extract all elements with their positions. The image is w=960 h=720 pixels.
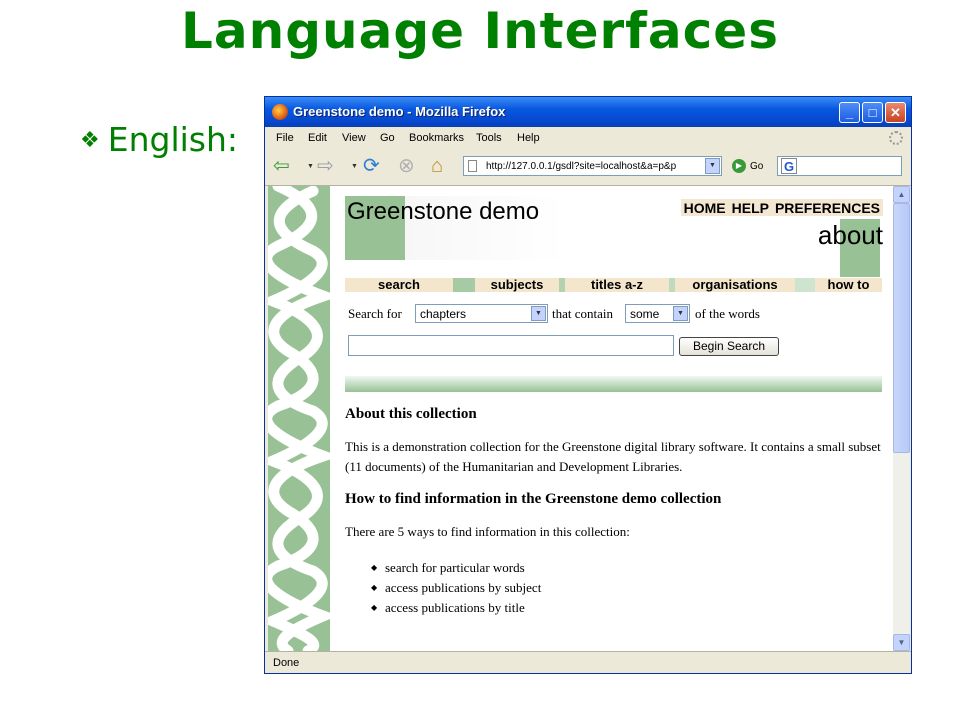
words-label: of the words	[695, 306, 760, 321]
search-for-label: Search for	[348, 306, 402, 321]
nav-help[interactable]: HELP	[729, 200, 772, 216]
back-dropdown-icon[interactable]: ▼	[307, 163, 314, 170]
scroll-down-button[interactable]: ▼	[893, 634, 910, 651]
firefox-icon	[272, 104, 288, 120]
menu-file[interactable]: File	[276, 132, 294, 144]
slide-title: Language Interfaces	[181, 2, 779, 60]
list-item: search for particular words	[345, 558, 885, 578]
decorative-sidebar	[268, 186, 330, 651]
menu-tools[interactable]: Tools	[476, 132, 502, 144]
status-text: Done	[273, 657, 300, 669]
go-button[interactable]: Go	[750, 161, 763, 172]
menu-edit[interactable]: Edit	[308, 132, 327, 144]
list-item: access publications by subject	[345, 578, 885, 598]
logo-text: Greenstone demo	[347, 198, 540, 225]
contain-label: that contain	[552, 306, 614, 321]
home-icon[interactable]: ⌂	[431, 156, 443, 176]
about-text: This is a demonstration collection for t…	[345, 439, 881, 474]
tab-subjects[interactable]: subjects	[475, 278, 559, 292]
maximize-button[interactable]: □	[862, 102, 883, 123]
page-content: Greenstone demo HOME HELP PREFERENCES ab…	[268, 186, 893, 651]
throbber-icon	[889, 131, 903, 145]
tab-titles[interactable]: titles a-z	[565, 278, 669, 292]
status-bar: Done	[265, 651, 911, 673]
scroll-up-button[interactable]: ▲	[893, 186, 910, 203]
bullet-item: ❖ English:	[80, 120, 238, 159]
navigation-toolbar: ⇦ ▼ ⇨ ▼ ⟳ ⊗ ⌂ http://127.0.0.1/gsdl?site…	[265, 149, 911, 186]
collection-logo[interactable]: Greenstone demo	[345, 196, 565, 260]
top-navigation: HOME HELP PREFERENCES	[680, 199, 883, 216]
match-mode-select[interactable]: some ▼	[625, 304, 690, 323]
collection-description: About this collection This is a demonstr…	[345, 406, 885, 618]
bullet-icon: ❖	[80, 126, 100, 152]
close-button[interactable]: ✕	[885, 102, 906, 123]
menu-view[interactable]: View	[342, 132, 366, 144]
howto-heading: How to find information in the Greenston…	[345, 491, 722, 507]
page-icon	[468, 160, 477, 172]
chain-pattern-image	[268, 186, 330, 651]
bullet-text: English:	[107, 120, 239, 159]
menu-bar: File Edit View Go Bookmarks Tools Help	[265, 127, 911, 149]
menu-bookmarks[interactable]: Bookmarks	[409, 132, 464, 144]
stop-icon[interactable]: ⊗	[398, 156, 415, 176]
forward-dropdown-icon[interactable]: ▼	[351, 163, 358, 170]
vertical-scrollbar[interactable]: ▲ ▼	[893, 186, 910, 651]
query-input[interactable]	[348, 335, 674, 356]
minimize-button[interactable]: _	[839, 102, 860, 123]
window-title: Greenstone demo - Mozilla Firefox	[293, 104, 506, 119]
howto-intro: There are 5 ways to find information in …	[345, 524, 630, 539]
google-icon[interactable]: G	[781, 158, 797, 174]
ways-list: search for particular words access publi…	[345, 558, 885, 618]
chevron-down-icon[interactable]: ▼	[673, 306, 688, 321]
url-bar[interactable]: http://127.0.0.1/gsdl?site=localhost&a=p…	[463, 156, 722, 176]
menu-help[interactable]: Help	[517, 132, 540, 144]
web-search-input[interactable]: G	[777, 156, 902, 176]
tab-how-to[interactable]: how to	[815, 278, 882, 292]
chevron-down-icon[interactable]: ▼	[531, 306, 546, 321]
nav-preferences[interactable]: PREFERENCES	[772, 200, 883, 216]
back-icon[interactable]: ⇦	[273, 156, 290, 176]
divider-bar	[345, 376, 882, 392]
browser-window: Greenstone demo - Mozilla Firefox _ □ ✕ …	[264, 96, 912, 674]
nav-home[interactable]: HOME	[681, 200, 729, 216]
match-mode-value: some	[630, 307, 660, 321]
search-scope-value: chapters	[420, 307, 467, 321]
forward-icon[interactable]: ⇨	[317, 156, 334, 176]
begin-search-button[interactable]: Begin Search	[679, 337, 779, 356]
reload-icon[interactable]: ⟳	[363, 156, 380, 176]
tab-organisations[interactable]: organisations	[675, 278, 795, 292]
section-title: about	[817, 220, 883, 250]
search-scope-select[interactable]: chapters ▼	[415, 304, 548, 323]
search-form: Search for chapters ▼ that contain some …	[348, 304, 888, 326]
collection-tabs: search subjects titles a-z organisations…	[345, 278, 882, 292]
list-item: access publications by title	[345, 598, 885, 618]
url-text[interactable]: http://127.0.0.1/gsdl?site=localhost&a=p…	[486, 161, 700, 172]
go-icon[interactable]: ▶	[732, 159, 746, 173]
scroll-thumb[interactable]	[893, 203, 910, 453]
about-heading: About this collection	[345, 406, 477, 422]
menu-go[interactable]: Go	[380, 132, 395, 144]
title-bar[interactable]: Greenstone demo - Mozilla Firefox _ □ ✕	[265, 97, 911, 127]
tab-search[interactable]: search	[345, 278, 453, 292]
url-dropdown-icon[interactable]: ▼	[705, 158, 720, 174]
